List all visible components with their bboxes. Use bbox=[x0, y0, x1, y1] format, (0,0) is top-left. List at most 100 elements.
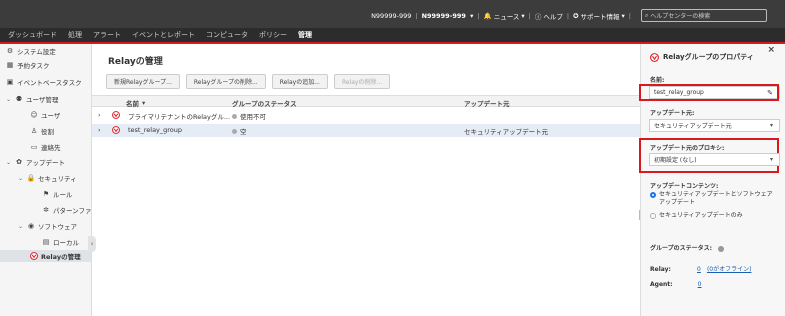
table-row[interactable]: › test_relay_group 空 セキュリティアップデート元 bbox=[92, 124, 640, 137]
update-content-option-security[interactable]: セキュリティアップデートのみ bbox=[650, 212, 778, 220]
bell-icon: 🔔 bbox=[483, 11, 492, 20]
sort-down-icon: ▾ bbox=[142, 99, 146, 107]
table-row[interactable]: › プライマリテナントのRelayグル... 使用不可 bbox=[92, 109, 640, 122]
status-dot bbox=[718, 245, 725, 252]
event-task-icon: ▣ bbox=[6, 78, 14, 86]
agent-count-link[interactable]: 0 bbox=[698, 281, 702, 288]
column-name-header[interactable]: 名前 ▾ bbox=[126, 98, 145, 108]
table-header: 名前 ▾ グループのステータス アップデート元 bbox=[92, 95, 640, 108]
relay-count-row: Relay: 0 (0がオフライン) bbox=[650, 266, 752, 273]
status-dot bbox=[232, 113, 237, 119]
support-icon: ✪ bbox=[573, 11, 579, 20]
page-title: Relayの管理 bbox=[108, 57, 163, 67]
relay-count-link[interactable]: 0 bbox=[697, 266, 701, 273]
expand-chevron-icon[interactable]: › bbox=[98, 126, 101, 134]
help-icon: ⓘ bbox=[534, 12, 542, 21]
column-group-status-header[interactable]: グループのステータス bbox=[232, 98, 297, 108]
name-label: 名前: bbox=[650, 77, 665, 84]
row-name: test_relay_group bbox=[128, 126, 183, 134]
sidebar-item-pattern-files[interactable]: ✲ パターンファ bbox=[42, 204, 91, 216]
update-source-proxy-select[interactable]: 初期設定 (なし) ▾ bbox=[649, 153, 780, 166]
delete-relay-group-button[interactable]: Relayグループの削除... bbox=[185, 74, 266, 89]
update-source-proxy-label: アップデート元のプロキシ: bbox=[650, 145, 725, 152]
help-search-input[interactable]: ⌕ ヘルプセンターの検索 bbox=[641, 9, 767, 22]
delete-relay-button[interactable]: Relayの削除... bbox=[333, 74, 391, 89]
local-icon: ▤ bbox=[42, 238, 50, 246]
expand-chevron-icon[interactable]: › bbox=[98, 111, 101, 119]
new-relay-group-button[interactable]: 新規Relayグループ... bbox=[106, 74, 180, 89]
sidebar-item-software[interactable]: ⌄ ◉ ソフトウェア bbox=[18, 220, 77, 232]
toolbar: 新規Relayグループ... Relayグループの削除... Relayの追加.… bbox=[106, 74, 391, 89]
group-status-row: グループのステータス: bbox=[650, 243, 725, 252]
lock-icon: 🔒 bbox=[26, 174, 36, 182]
nav-computers[interactable]: コンピュータ bbox=[206, 30, 248, 40]
flag-icon: ⚑ bbox=[42, 190, 50, 198]
sidebar-item-event-based-tasks[interactable]: ▣ イベントベースタスク bbox=[6, 76, 82, 88]
row-status: 空 bbox=[240, 128, 247, 136]
row-status: 使用不可 bbox=[240, 113, 266, 121]
sidebar-item-user-management[interactable]: ⌄ ⚉ ユーザ管理 bbox=[6, 93, 58, 105]
sidebar-item-relay-management[interactable]: Relayの管理 bbox=[0, 250, 91, 262]
sidebar-item-local[interactable]: ▤ ローカル bbox=[42, 236, 79, 248]
row-source: セキュリティアップデート元 bbox=[464, 128, 549, 136]
sidebar-item-rules[interactable]: ⚑ ルール bbox=[42, 188, 73, 200]
chevron-down-icon[interactable]: ⌄ bbox=[6, 159, 12, 166]
help-menu[interactable]: ⓘ ヘルプ bbox=[535, 11, 563, 21]
account-menu[interactable]: N99999-999 ▾ bbox=[422, 12, 474, 20]
top-bar-right: N99999-999 | N99999-999 ▾ | 🔔 ニュース ▾ | ⓘ ヘル… bbox=[371, 9, 767, 22]
main-content: Relayの管理 新規Relayグループ... Relayグループの削除... … bbox=[92, 44, 641, 316]
chevron-down-icon: ▾ bbox=[769, 156, 773, 163]
sidebar-item-users[interactable]: ☺ ユーザ bbox=[30, 109, 60, 121]
relay-group-icon bbox=[112, 126, 120, 134]
sidebar-item-roles[interactable]: ♙ 役割 bbox=[30, 125, 54, 137]
row-name: プライマリテナントのRelayグル... bbox=[128, 113, 231, 121]
chevron-down-icon[interactable]: ⌄ bbox=[18, 223, 24, 230]
update-source-label: アップデート元: bbox=[650, 110, 695, 117]
contact-icon: ▭ bbox=[30, 143, 38, 151]
add-relay-button[interactable]: Relayの追加... bbox=[271, 74, 328, 89]
properties-panel: × Relayグループのプロパティ 名前: test_relay_group ✎… bbox=[639, 44, 785, 316]
role-icon: ♙ bbox=[30, 127, 38, 135]
relay-group-icon bbox=[112, 111, 120, 119]
account-id: N99999-999 bbox=[371, 11, 412, 20]
gear-icon: ⚙ bbox=[6, 47, 14, 55]
update-content-option-all[interactable]: セキュリティアップデートとソフトウェアアップデート bbox=[650, 191, 778, 207]
radio-selected[interactable] bbox=[650, 192, 656, 198]
relay-icon bbox=[650, 52, 659, 62]
panel-title: Relayグループのプロパティ bbox=[650, 52, 754, 62]
radio-unselected[interactable] bbox=[650, 213, 656, 219]
software-icon: ◉ bbox=[27, 222, 35, 230]
chevron-down-icon[interactable]: ⌄ bbox=[18, 175, 24, 182]
user-icon: ☺ bbox=[30, 111, 38, 119]
sidebar-item-updates[interactable]: ⌄ ✿ アップデート bbox=[6, 156, 65, 168]
sidebar-item-system-settings[interactable]: ⚙ システム設定 bbox=[6, 45, 56, 57]
update-icon: ✿ bbox=[16, 158, 22, 166]
nav-policies[interactable]: ポリシー bbox=[259, 30, 287, 40]
update-source-select[interactable]: セキュリティアップデート元 ▾ bbox=[649, 119, 780, 132]
nav-alerts[interactable]: アラート bbox=[93, 30, 121, 40]
sidebar-item-scheduled-tasks[interactable]: ▦ 予約タスク bbox=[6, 59, 50, 71]
calendar-icon: ▦ bbox=[6, 61, 14, 69]
sidebar-item-contacts[interactable]: ▭ 連絡先 bbox=[30, 141, 61, 153]
relay-icon bbox=[30, 252, 38, 260]
user-admin-icon: ⚉ bbox=[15, 95, 23, 103]
relay-offline-link[interactable]: (0がオフライン) bbox=[707, 266, 752, 273]
nav-administration[interactable]: 管理 bbox=[298, 30, 312, 40]
update-content-label: アップデートコンテンツ: bbox=[650, 183, 719, 190]
column-update-source-header[interactable]: アップデート元 bbox=[464, 98, 510, 108]
highlight-box bbox=[639, 84, 779, 101]
sidebar: ⚙ システム設定 ▦ 予約タスク ▣ イベントベースタスク ⌄ ⚉ ユーザ管理 … bbox=[0, 44, 96, 316]
pattern-icon: ✲ bbox=[43, 206, 49, 214]
nav-dashboard[interactable]: ダッシュボード bbox=[8, 30, 57, 40]
agent-count-row: Agent: 0 bbox=[650, 281, 702, 288]
support-menu[interactable]: ✪ サポート情報 ▾ bbox=[573, 11, 625, 21]
main-nav: ダッシュボード 処理 アラート イベントとレポート コンピュータ ポリシー 管理 bbox=[0, 28, 785, 44]
chevron-down-icon: ▾ bbox=[769, 122, 773, 129]
top-bar: N99999-999 | N99999-999 ▾ | 🔔 ニュース ▾ | ⓘ ヘル… bbox=[0, 0, 785, 28]
close-icon[interactable]: × bbox=[767, 45, 775, 55]
sidebar-item-security[interactable]: ⌄ 🔒 セキュリティ bbox=[18, 172, 77, 184]
news-menu[interactable]: 🔔 ニュース ▾ bbox=[484, 11, 525, 21]
nav-actions[interactable]: 処理 bbox=[68, 30, 82, 40]
nav-events-reports[interactable]: イベントとレポート bbox=[132, 30, 195, 40]
chevron-down-icon[interactable]: ⌄ bbox=[6, 96, 12, 103]
